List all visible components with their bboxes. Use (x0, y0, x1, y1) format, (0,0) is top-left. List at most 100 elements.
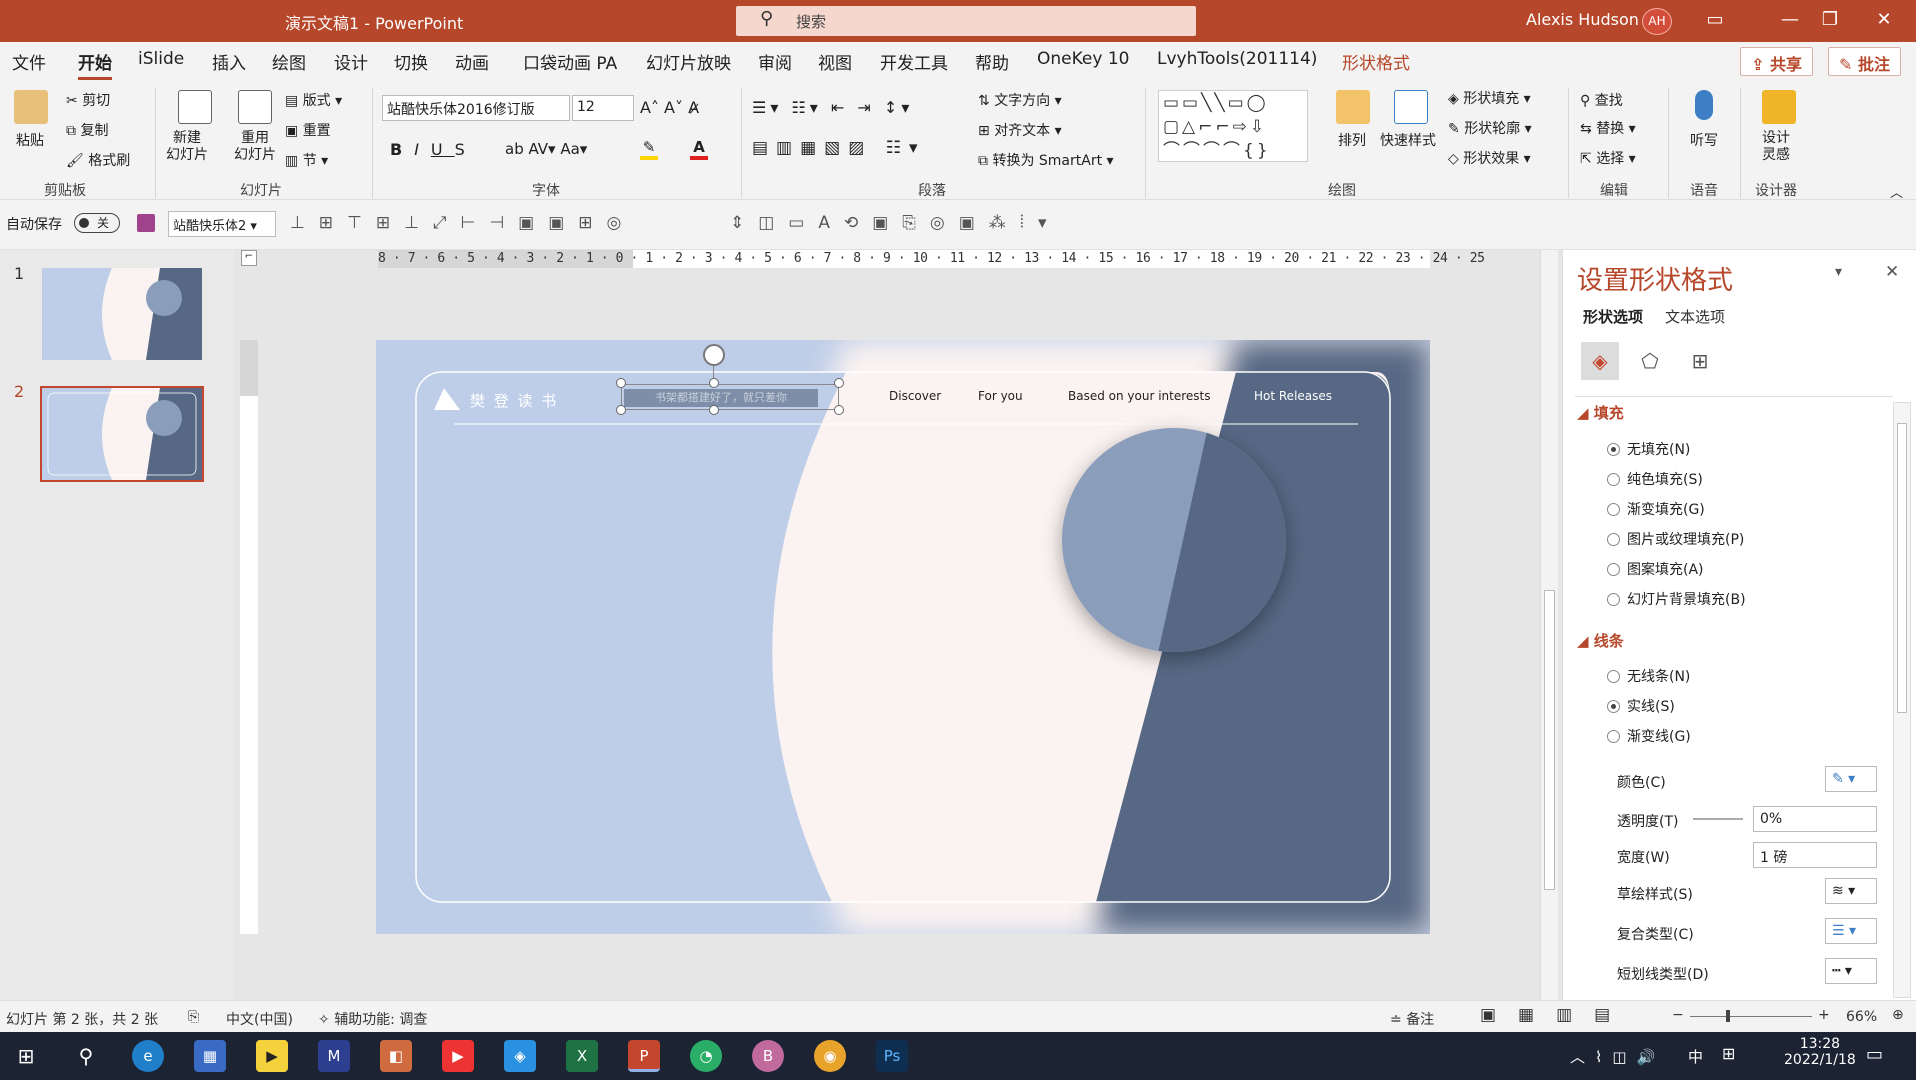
tab-insert[interactable]: 插入 (212, 49, 246, 74)
store-icon[interactable]: ▦ (194, 1040, 226, 1072)
pane-scrollbar[interactable] (1893, 402, 1911, 998)
edge-icon[interactable]: e (132, 1040, 164, 1072)
zoom-level[interactable]: 66% (1846, 1009, 1877, 1025)
slide-canvas[interactable]: 樊 登 读 书 书架都搭建好了，就只差你 Discover For you Ba… (376, 340, 1430, 934)
transparency-input[interactable]: 0% (1753, 806, 1877, 832)
find-button[interactable]: ⚲ 查找 (1580, 90, 1623, 110)
reuse-slide-icon[interactable] (238, 90, 272, 124)
align-text-button[interactable]: ⊞ 对齐文本 ▾ (978, 120, 1062, 140)
tab-animations[interactable]: 动画 (455, 49, 489, 74)
radio-gradient-fill[interactable] (1607, 503, 1620, 516)
language-status[interactable]: 中文(中国) (226, 1009, 293, 1029)
pane-options-icon[interactable]: ▾ (1835, 264, 1842, 280)
qat-font-combo[interactable]: 站酷快乐体2 ▾ (168, 211, 276, 237)
quick-styles-button[interactable]: 快速样式 (1380, 130, 1436, 150)
restore-icon[interactable]: ❐ (1810, 6, 1850, 36)
wechat-icon[interactable]: ◔ (690, 1040, 722, 1072)
new-slide-icon[interactable] (178, 90, 212, 124)
canvas-scrollbar[interactable] (1540, 250, 1558, 1000)
user-name[interactable]: Alexis Hudson (1526, 10, 1639, 29)
collapse-ribbon-icon[interactable]: ︿ (1890, 182, 1903, 201)
rotate-handle-icon[interactable] (703, 344, 725, 366)
minimize-icon[interactable]: — (1770, 6, 1810, 36)
resize-handle[interactable] (616, 405, 626, 415)
convert-smartart-button[interactable]: ⧉ 转换为 SmartArt ▾ (978, 150, 1114, 170)
resize-handle[interactable] (709, 378, 719, 388)
radio-gradient-line[interactable] (1607, 730, 1620, 743)
windows-start-icon[interactable]: ⊞ (10, 1040, 42, 1072)
tab-home[interactable]: 开始 (78, 49, 112, 80)
resize-handle[interactable] (616, 378, 626, 388)
tab-islide[interactable]: iSlide (138, 49, 184, 69)
font-size-combo[interactable]: 12 (572, 95, 634, 121)
radio-no-line[interactable] (1607, 670, 1620, 683)
tab-help[interactable]: 帮助 (975, 49, 1009, 74)
fill-section-header[interactable]: ◢ 填充 (1577, 402, 1624, 423)
chrome-icon[interactable]: ◉ (814, 1040, 846, 1072)
tab-pocket-animation[interactable]: 口袋动画 PA (523, 49, 617, 74)
tab-slideshow[interactable]: 幻灯片放映 (646, 49, 731, 74)
fill-line-icon[interactable]: ◈ (1581, 342, 1619, 380)
reset-button[interactable]: ▣ 重置 (285, 120, 331, 140)
cut-button[interactable]: ✂ 剪切 (66, 90, 110, 110)
view-buttons[interactable]: ▣▦▥▤ (1480, 1005, 1632, 1025)
highlight-icon[interactable]: ✎ (640, 138, 658, 160)
dash-type-dropdown[interactable]: ┅ ▾ (1825, 958, 1877, 984)
font-color-icon[interactable]: A (690, 138, 708, 160)
arrange-icon[interactable] (1336, 90, 1370, 124)
app-icon[interactable]: ◧ (380, 1040, 412, 1072)
qat-align-tools[interactable]: ⊥⊞⊤⊞⊥⤢⊢⊣▣▣⊞◎ (290, 213, 635, 233)
slide-thumbnail-2[interactable] (40, 386, 204, 482)
share-button[interactable]: ⇪ 共享 (1740, 47, 1813, 76)
excel-icon[interactable]: X (566, 1040, 598, 1072)
qat-shape-tools[interactable]: ⇕◫▭A⟲▣⎘◎▣⁂⦙▾ (730, 213, 1061, 233)
ribbon-display-icon[interactable]: ▭ (1695, 6, 1735, 36)
search-icon[interactable]: ⚲ (70, 1040, 102, 1072)
microphone-icon[interactable] (1695, 90, 1713, 120)
radio-slide-background-fill[interactable] (1607, 593, 1620, 606)
system-tray[interactable]: ︿⌇◫🔊 (1570, 1046, 1665, 1067)
taskbar-clock[interactable]: 13:28 2022/1/18 (1784, 1036, 1856, 1068)
ime-indicator[interactable]: 中 (1688, 1046, 1703, 1067)
close-icon[interactable]: ✕ (1864, 6, 1904, 36)
section-button[interactable]: ▥ 节 ▾ (285, 150, 328, 170)
radio-pattern-fill[interactable] (1607, 563, 1620, 576)
replace-button[interactable]: ⇆ 替换 ▾ (1580, 118, 1636, 138)
font-grow-shrink-buttons[interactable]: A˄ A˅ A̷ (640, 98, 699, 117)
tab-shape-format[interactable]: 形状格式 (1342, 49, 1410, 74)
photoshop-icon[interactable]: Ps (876, 1040, 908, 1072)
slide-thumbnail-1[interactable] (42, 268, 202, 360)
app-icon[interactable]: M (318, 1040, 350, 1072)
arrange-button[interactable]: 排列 (1338, 130, 1366, 150)
pane-close-icon[interactable]: ✕ (1885, 262, 1899, 282)
text-direction-button[interactable]: ⇅ 文字方向 ▾ (978, 90, 1062, 110)
radio-solid-fill[interactable] (1607, 473, 1620, 486)
font-effect-buttons[interactable]: ab AV▾ Aa▾ (505, 140, 587, 158)
shape-fill-button[interactable]: ◈ 形状填充 ▾ (1448, 88, 1531, 108)
avatar[interactable]: AH (1642, 8, 1672, 35)
tab-draw[interactable]: 绘图 (272, 49, 306, 74)
resize-handle[interactable] (834, 405, 844, 415)
fit-slide-icon[interactable]: ⊕ (1892, 1007, 1904, 1023)
sketch-style-dropdown[interactable]: ≋ ▾ (1825, 878, 1877, 904)
align-buttons[interactable]: ▤▥▦▧▨ ☷▾ (752, 138, 926, 158)
horizontal-ruler[interactable]: 8 · 7 · 6 · 5 · 4 · 3 · 2 · 1 · 0 · 1 · … (378, 250, 1485, 268)
accessibility-status[interactable]: ✧ 辅助功能: 调查 (318, 1009, 427, 1029)
designer-icon[interactable] (1762, 90, 1796, 124)
design-ideas-button[interactable]: 设计 灵感 (1762, 130, 1790, 164)
color-picker-button[interactable]: ✎ ▾ (1825, 766, 1877, 792)
resize-handle[interactable] (709, 405, 719, 415)
comment-button[interactable]: ✎ 批注 (1828, 47, 1901, 76)
tab-shape-options[interactable]: 形状选项 (1583, 306, 1643, 327)
line-section-header[interactable]: ◢ 线条 (1577, 630, 1624, 651)
size-properties-icon[interactable]: ⊞ (1681, 342, 1719, 380)
transparency-slider[interactable] (1693, 818, 1743, 820)
spelling-icon[interactable]: ⎘ (188, 1009, 199, 1025)
effects-icon[interactable]: ⬠ (1631, 342, 1669, 380)
radio-solid-line[interactable] (1607, 700, 1620, 713)
autosave-toggle[interactable]: 关 (74, 213, 120, 233)
radio-no-fill[interactable] (1607, 443, 1620, 456)
zoom-out-icon[interactable]: − (1672, 1007, 1684, 1023)
shape-outline-button[interactable]: ✎ 形状轮廓 ▾ (1448, 118, 1532, 138)
quick-styles-icon[interactable] (1394, 90, 1428, 124)
